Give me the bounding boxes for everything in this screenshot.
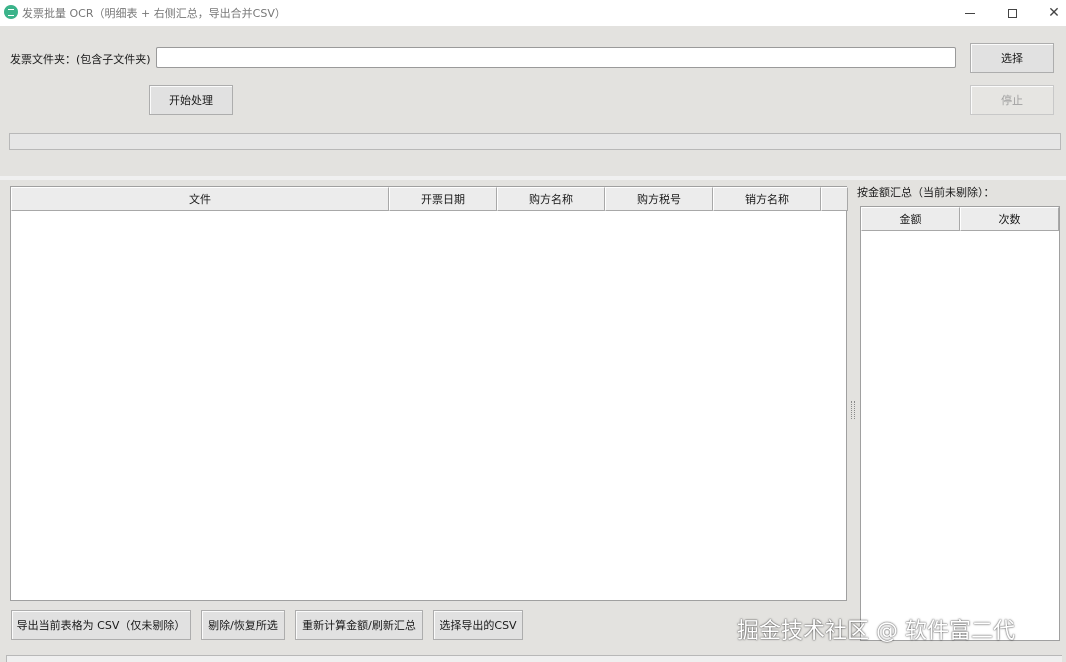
column-header-file[interactable]: 文件 (11, 187, 389, 211)
recalculate-button[interactable]: 重新计算金额/刷新汇总 (295, 610, 423, 640)
window-title: 发票批量 OCR（明细表 + 右侧汇总，导出合并CSV） (22, 7, 286, 20)
toggle-exclude-button[interactable]: 剔除/恢复所选 (201, 610, 285, 640)
folder-path-input[interactable] (156, 47, 956, 68)
invoice-table[interactable]: 文件 开票日期 购方名称 购方税号 销方名称 (10, 186, 848, 601)
close-icon: ✕ (1048, 5, 1060, 21)
stop-button[interactable]: 停止 (970, 85, 1054, 115)
separator (0, 176, 1066, 180)
column-header-seller-name[interactable]: 销方名称 (713, 187, 821, 211)
close-button[interactable]: ✕ (1032, 0, 1066, 26)
column-header-amount[interactable]: 金额 (861, 207, 960, 231)
summary-table-header: 金额 次数 (861, 207, 1059, 231)
content-area: 文件 开票日期 购方名称 购方税号 销方名称 按金额汇总（当前未剔除）： 金额 … (0, 176, 1066, 662)
start-button[interactable]: 开始处理 (149, 85, 233, 115)
maximize-icon (1007, 8, 1017, 18)
select-export-csv-button[interactable]: 选择导出的CSV (433, 610, 523, 640)
watermark: 掘金技术社区 @ 软件富二代 (737, 619, 1015, 644)
choose-folder-button[interactable]: 选择 (970, 43, 1054, 73)
summary-label: 按金额汇总（当前未剔除）： (857, 186, 995, 199)
folder-label: 发票文件夹：(包含子文件夹) (10, 53, 151, 66)
status-bar (6, 655, 1062, 662)
column-header-count[interactable]: 次数 (960, 207, 1059, 231)
top-panel: 发票文件夹：(包含子文件夹) 选择 开始处理 停止 (0, 26, 1066, 176)
maximize-button[interactable] (990, 0, 1034, 26)
minimize-button[interactable] (948, 0, 992, 26)
progress-bar (9, 133, 1061, 150)
invoice-table-header: 文件 开票日期 购方名称 购方税号 销方名称 (11, 187, 848, 211)
summary-table[interactable]: 金额 次数 (860, 206, 1060, 641)
pane-splitter[interactable] (851, 401, 855, 419)
column-header-date[interactable]: 开票日期 (389, 187, 497, 211)
column-header-buyer-name[interactable]: 购方名称 (497, 187, 605, 211)
title-bar: 发票批量 OCR（明细表 + 右侧汇总，导出合并CSV） ✕ (0, 0, 1066, 26)
app-icon (4, 5, 18, 19)
minimize-icon (965, 12, 975, 14)
column-header-buyer-tax-id[interactable]: 购方税号 (605, 187, 713, 211)
export-csv-button[interactable]: 导出当前表格为 CSV（仅未剔除） (11, 610, 191, 640)
column-header-overflow[interactable] (821, 187, 848, 211)
